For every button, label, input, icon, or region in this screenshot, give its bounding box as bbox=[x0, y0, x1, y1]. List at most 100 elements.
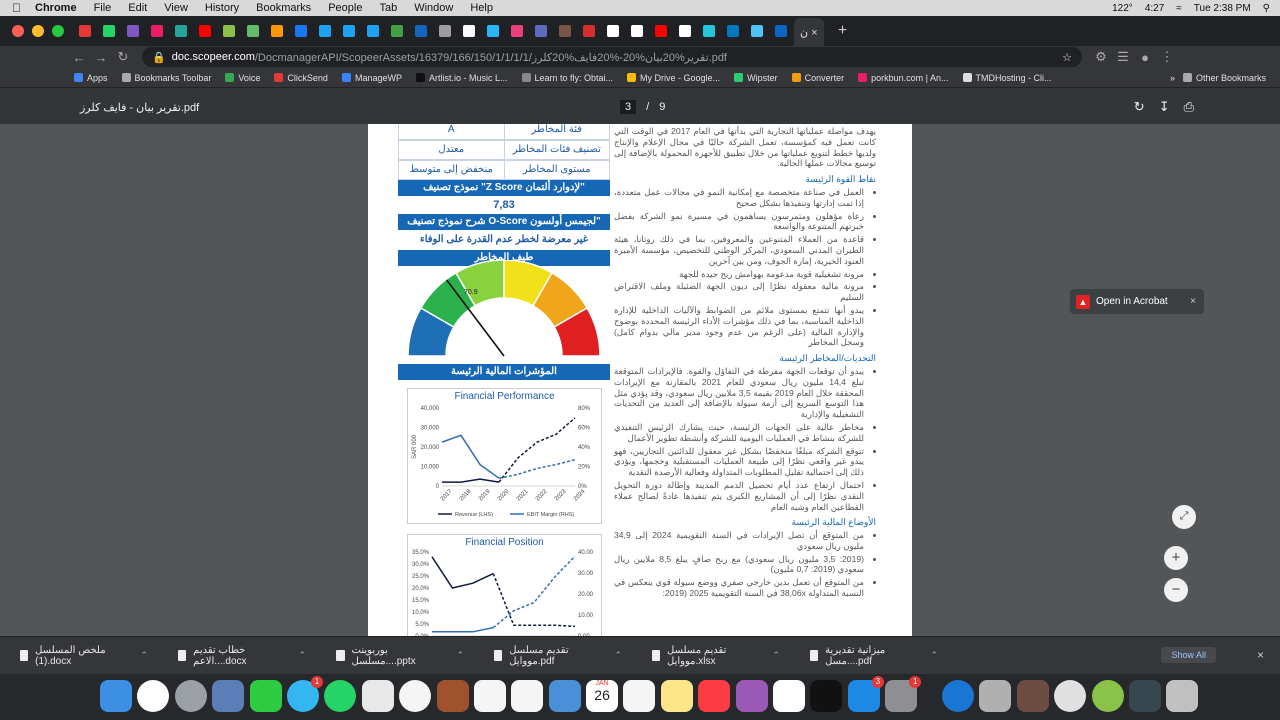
chevron-up-icon[interactable]: ⌃ bbox=[456, 650, 464, 661]
reload-icon[interactable]: ↻ bbox=[112, 49, 134, 65]
chevron-up-icon[interactable]: ⌃ bbox=[298, 650, 306, 661]
rotate-icon[interactable]: ↻ bbox=[1134, 99, 1145, 115]
chevron-up-icon[interactable]: ⌃ bbox=[930, 650, 938, 661]
menu-bookmarks[interactable]: Bookmarks bbox=[256, 2, 311, 14]
menu-file[interactable]: File bbox=[94, 2, 112, 14]
apple-icon[interactable]:  bbox=[12, 1, 21, 15]
back-icon[interactable]: ← bbox=[68, 50, 90, 65]
tab-generic[interactable] bbox=[458, 20, 480, 42]
url-input[interactable]: 🔒 doc.scopeer.com /DocmanagerAPI/Scopeer… bbox=[142, 47, 1082, 67]
bookmark-managewp[interactable]: ManageWP bbox=[341, 73, 402, 83]
menu-tab[interactable]: Tab bbox=[379, 2, 397, 14]
app-icon[interactable] bbox=[941, 680, 974, 712]
pdf-viewport[interactable]: A فئة المخاطر معتدل تصنيف فئات المخاطر م… bbox=[0, 124, 1280, 636]
tab-generic[interactable] bbox=[746, 20, 768, 42]
contacts-icon[interactable] bbox=[436, 680, 469, 712]
tab-generic[interactable] bbox=[410, 20, 432, 42]
download-item[interactable]: ميزانية تقديرية مسل....pdf ⌃ bbox=[790, 645, 948, 667]
bookmark-other[interactable]: » Other Bookmarks bbox=[1170, 73, 1266, 83]
open-in-acrobat-button[interactable]: ▲ Open in Acrobat × bbox=[1070, 289, 1204, 314]
download-item[interactable]: بوربوينت مسلسل....pptx ⌃ bbox=[316, 645, 474, 667]
menu-window[interactable]: Window bbox=[414, 2, 453, 14]
bookmark-clicksend[interactable]: ClickSend bbox=[274, 73, 328, 83]
close-icon[interactable]: × bbox=[1190, 296, 1196, 307]
tab-generic[interactable] bbox=[242, 20, 264, 42]
clock[interactable]: Tue 2:38 PM bbox=[1194, 3, 1251, 14]
zoom-window-button[interactable] bbox=[52, 25, 64, 37]
bookmark-apps[interactable]: Apps bbox=[74, 73, 108, 83]
tab-generic[interactable] bbox=[434, 20, 456, 42]
tab-generic[interactable] bbox=[386, 20, 408, 42]
download-item[interactable]: تقديم مسلسل مووايل.pdf ⌃ bbox=[474, 645, 632, 667]
bookmark-artlist[interactable]: Artlist.io - Music L... bbox=[415, 73, 508, 83]
tab-generic[interactable] bbox=[218, 20, 240, 42]
extension-icon[interactable]: ⚙ bbox=[1090, 49, 1112, 65]
trash-icon[interactable] bbox=[1166, 680, 1199, 712]
chevron-up-icon[interactable]: ⌃ bbox=[614, 650, 622, 661]
wifi-icon[interactable]: ≈ bbox=[1176, 3, 1182, 14]
bookmark-porkbun[interactable]: porkbun.com | An... bbox=[858, 73, 949, 83]
reminders-icon[interactable] bbox=[623, 680, 656, 712]
print-icon[interactable]: ⎙ bbox=[1184, 99, 1194, 115]
menu-history[interactable]: History bbox=[205, 2, 239, 14]
bookmark-wipster[interactable]: Wipster bbox=[734, 73, 778, 83]
tab-linkedin[interactable] bbox=[770, 20, 792, 42]
menu-edit[interactable]: Edit bbox=[128, 2, 147, 14]
tab-generic[interactable] bbox=[122, 20, 144, 42]
tab-generic[interactable] bbox=[482, 20, 504, 42]
chrome-icon[interactable] bbox=[137, 680, 170, 712]
tab-twitter[interactable] bbox=[362, 20, 384, 42]
tab-active-label[interactable]: ن × bbox=[800, 26, 818, 39]
whatsapp-icon[interactable] bbox=[324, 680, 357, 712]
tab-whatsapp[interactable] bbox=[98, 20, 120, 42]
system-preferences-icon[interactable]: 1 bbox=[885, 676, 922, 712]
page-number-input[interactable]: 3 bbox=[620, 100, 637, 114]
download-item[interactable]: خطاب تقديم الاعم....docx ⌃ bbox=[158, 645, 316, 667]
close-shelf-icon[interactable]: × bbox=[1257, 648, 1264, 662]
tab-generic[interactable] bbox=[290, 20, 312, 42]
tab-generic[interactable] bbox=[674, 20, 696, 42]
calendar-icon[interactable]: JAN 26 bbox=[586, 680, 619, 712]
maps-icon[interactable] bbox=[361, 680, 394, 712]
download-item[interactable]: ملخص المسلسل (1).docx ⌃ bbox=[0, 645, 158, 667]
profile-avatar[interactable]: ● bbox=[1134, 50, 1156, 65]
show-all-button[interactable]: Show All bbox=[1161, 647, 1216, 663]
search-icon[interactable]: ⚲ bbox=[1263, 3, 1270, 14]
preview-icon[interactable] bbox=[212, 680, 245, 712]
zoom-out-button[interactable]: − bbox=[1164, 578, 1188, 602]
menu-help[interactable]: Help bbox=[470, 2, 493, 14]
tv-icon[interactable] bbox=[810, 680, 843, 712]
news-icon[interactable] bbox=[773, 680, 806, 712]
bookmark-learn-to-fly[interactable]: Learn to fly: Obtai... bbox=[521, 73, 613, 83]
menu-app-name[interactable]: Chrome bbox=[35, 2, 77, 14]
notes-icon[interactable] bbox=[660, 680, 693, 712]
bookmark-voice[interactable]: Voice bbox=[225, 73, 260, 83]
menu-people[interactable]: People bbox=[328, 2, 362, 14]
numbers-icon[interactable] bbox=[511, 680, 544, 712]
close-window-button[interactable] bbox=[12, 25, 24, 37]
chevron-up-icon[interactable]: ⌃ bbox=[140, 650, 148, 661]
tab-generic[interactable] bbox=[506, 20, 528, 42]
tab-generic[interactable] bbox=[722, 20, 744, 42]
minimize-window-button[interactable] bbox=[32, 25, 44, 37]
tab-generic[interactable] bbox=[266, 20, 288, 42]
tab-youtube[interactable] bbox=[194, 20, 216, 42]
tab-generic[interactable] bbox=[578, 20, 600, 42]
extensions-puzzle-icon[interactable]: ☰ bbox=[1112, 49, 1134, 65]
music-icon[interactable] bbox=[698, 680, 731, 712]
documents-stack-icon[interactable] bbox=[1128, 680, 1161, 712]
bookmark-star-icon[interactable]: ☆ bbox=[1062, 51, 1072, 64]
bookmark-my-drive[interactable]: My Drive - Google... bbox=[627, 73, 720, 83]
tab-generic[interactable] bbox=[554, 20, 576, 42]
bookmark-converter[interactable]: Converter bbox=[791, 73, 844, 83]
facetime-icon[interactable] bbox=[249, 680, 282, 712]
chrome-menu-icon[interactable]: ⋮ bbox=[1156, 49, 1178, 65]
chevron-up-icon[interactable]: ⌃ bbox=[772, 650, 780, 661]
zoom-in-button[interactable]: + bbox=[1164, 546, 1188, 570]
tab-active[interactable]: ن × bbox=[794, 18, 824, 46]
tab-generic[interactable] bbox=[626, 20, 648, 42]
app-icon[interactable] bbox=[1016, 680, 1049, 712]
download-item[interactable]: تقديم مسلسل مووايل.xlsx ⌃ bbox=[632, 645, 790, 667]
keynote-icon[interactable] bbox=[548, 680, 581, 712]
menu-view[interactable]: View bbox=[164, 2, 188, 14]
